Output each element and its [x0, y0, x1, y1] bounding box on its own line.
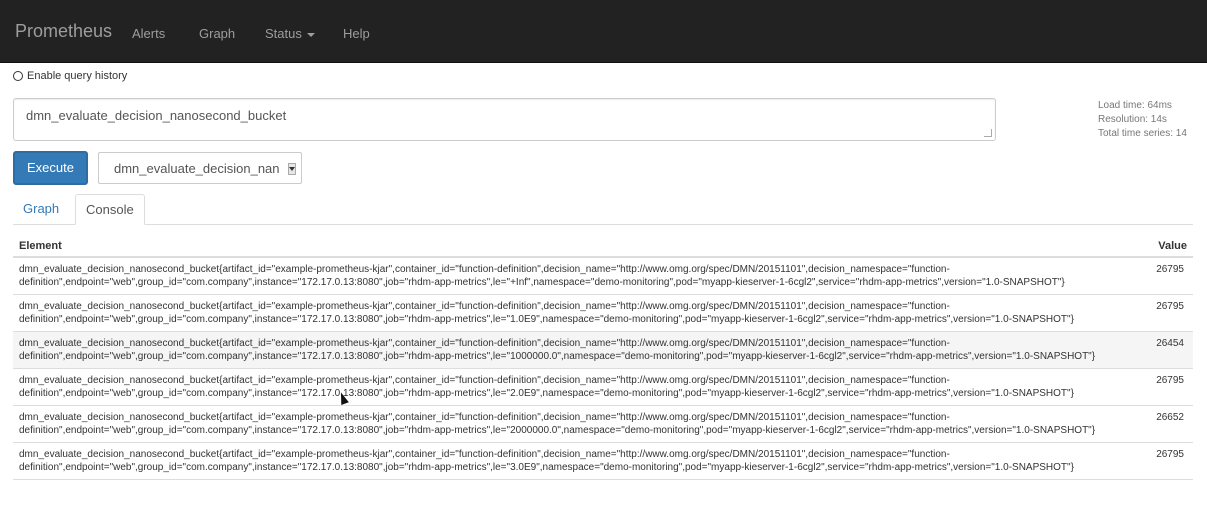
- nav-status[interactable]: Status: [265, 26, 315, 41]
- load-time: Load time: 64ms: [1098, 100, 1172, 111]
- resize-handle-icon[interactable]: [984, 129, 992, 137]
- table-row: dmn_evaluate_decision_nanosecond_bucket{…: [13, 443, 1193, 480]
- console-table: Element Value dmn_evaluate_decision_nano…: [13, 232, 1193, 480]
- row-value: 26454: [1156, 338, 1184, 349]
- nav-graph[interactable]: Graph: [199, 26, 235, 41]
- metric-selector-value: dmn_evaluate_decision_nanosecond_bucket: [114, 161, 279, 176]
- tab-console[interactable]: Console: [75, 194, 145, 225]
- row-value: 26795: [1156, 449, 1184, 460]
- query-stats: Load time: 64ms Resolution: 14s Total ti…: [1098, 99, 1187, 141]
- resolution: Resolution: 14s: [1098, 114, 1167, 125]
- table-row: dmn_evaluate_decision_nanosecond_bucket{…: [13, 406, 1193, 443]
- table-row: dmn_evaluate_decision_nanosecond_bucket{…: [13, 258, 1193, 295]
- tab-bar: Graph Console: [13, 194, 1193, 225]
- table-header: Element Value: [13, 232, 1193, 258]
- row-element: dmn_evaluate_decision_nanosecond_bucket{…: [19, 375, 1074, 399]
- row-element: dmn_evaluate_decision_nanosecond_bucket{…: [19, 412, 1096, 436]
- row-value: 26795: [1156, 301, 1184, 312]
- row-element: dmn_evaluate_decision_nanosecond_bucket{…: [19, 449, 1074, 473]
- query-history-toggle[interactable]: Enable query history: [13, 70, 127, 82]
- table-row: dmn_evaluate_decision_nanosecond_bucket{…: [13, 332, 1193, 369]
- table-row: dmn_evaluate_decision_nanosecond_bucket{…: [13, 369, 1193, 406]
- total-time-series: Total time series: 14: [1098, 128, 1187, 139]
- row-element: dmn_evaluate_decision_nanosecond_bucket{…: [19, 301, 1074, 325]
- execute-button[interactable]: Execute: [13, 151, 88, 185]
- nav-status-label: Status: [265, 26, 302, 41]
- row-element: dmn_evaluate_decision_nanosecond_bucket{…: [19, 338, 1096, 362]
- radio-icon[interactable]: [13, 71, 23, 81]
- dropdown-arrow-icon[interactable]: [288, 163, 296, 175]
- brand-link[interactable]: Prometheus: [15, 21, 112, 42]
- caret-down-icon: [306, 32, 315, 37]
- expression-text: dmn_evaluate_decision_nanosecond_bucket: [26, 108, 287, 123]
- row-value: 26795: [1156, 264, 1184, 275]
- row-element: dmn_evaluate_decision_nanosecond_bucket{…: [19, 264, 1065, 288]
- metric-selector[interactable]: dmn_evaluate_decision_nanosecond_bucket: [98, 152, 302, 184]
- header-value: Value: [1158, 240, 1187, 252]
- expression-input[interactable]: dmn_evaluate_decision_nanosecond_bucket: [13, 98, 996, 141]
- nav-help[interactable]: Help: [343, 26, 370, 41]
- tab-graph[interactable]: Graph: [13, 194, 69, 225]
- nav-alerts[interactable]: Alerts: [132, 26, 165, 41]
- query-history-label: Enable query history: [27, 70, 128, 82]
- row-value: 26652: [1156, 412, 1184, 423]
- row-value: 26795: [1156, 375, 1184, 386]
- table-row: dmn_evaluate_decision_nanosecond_bucket{…: [13, 295, 1193, 332]
- navbar: Prometheus Alerts Graph Status Help: [0, 0, 1207, 63]
- header-element: Element: [19, 240, 62, 252]
